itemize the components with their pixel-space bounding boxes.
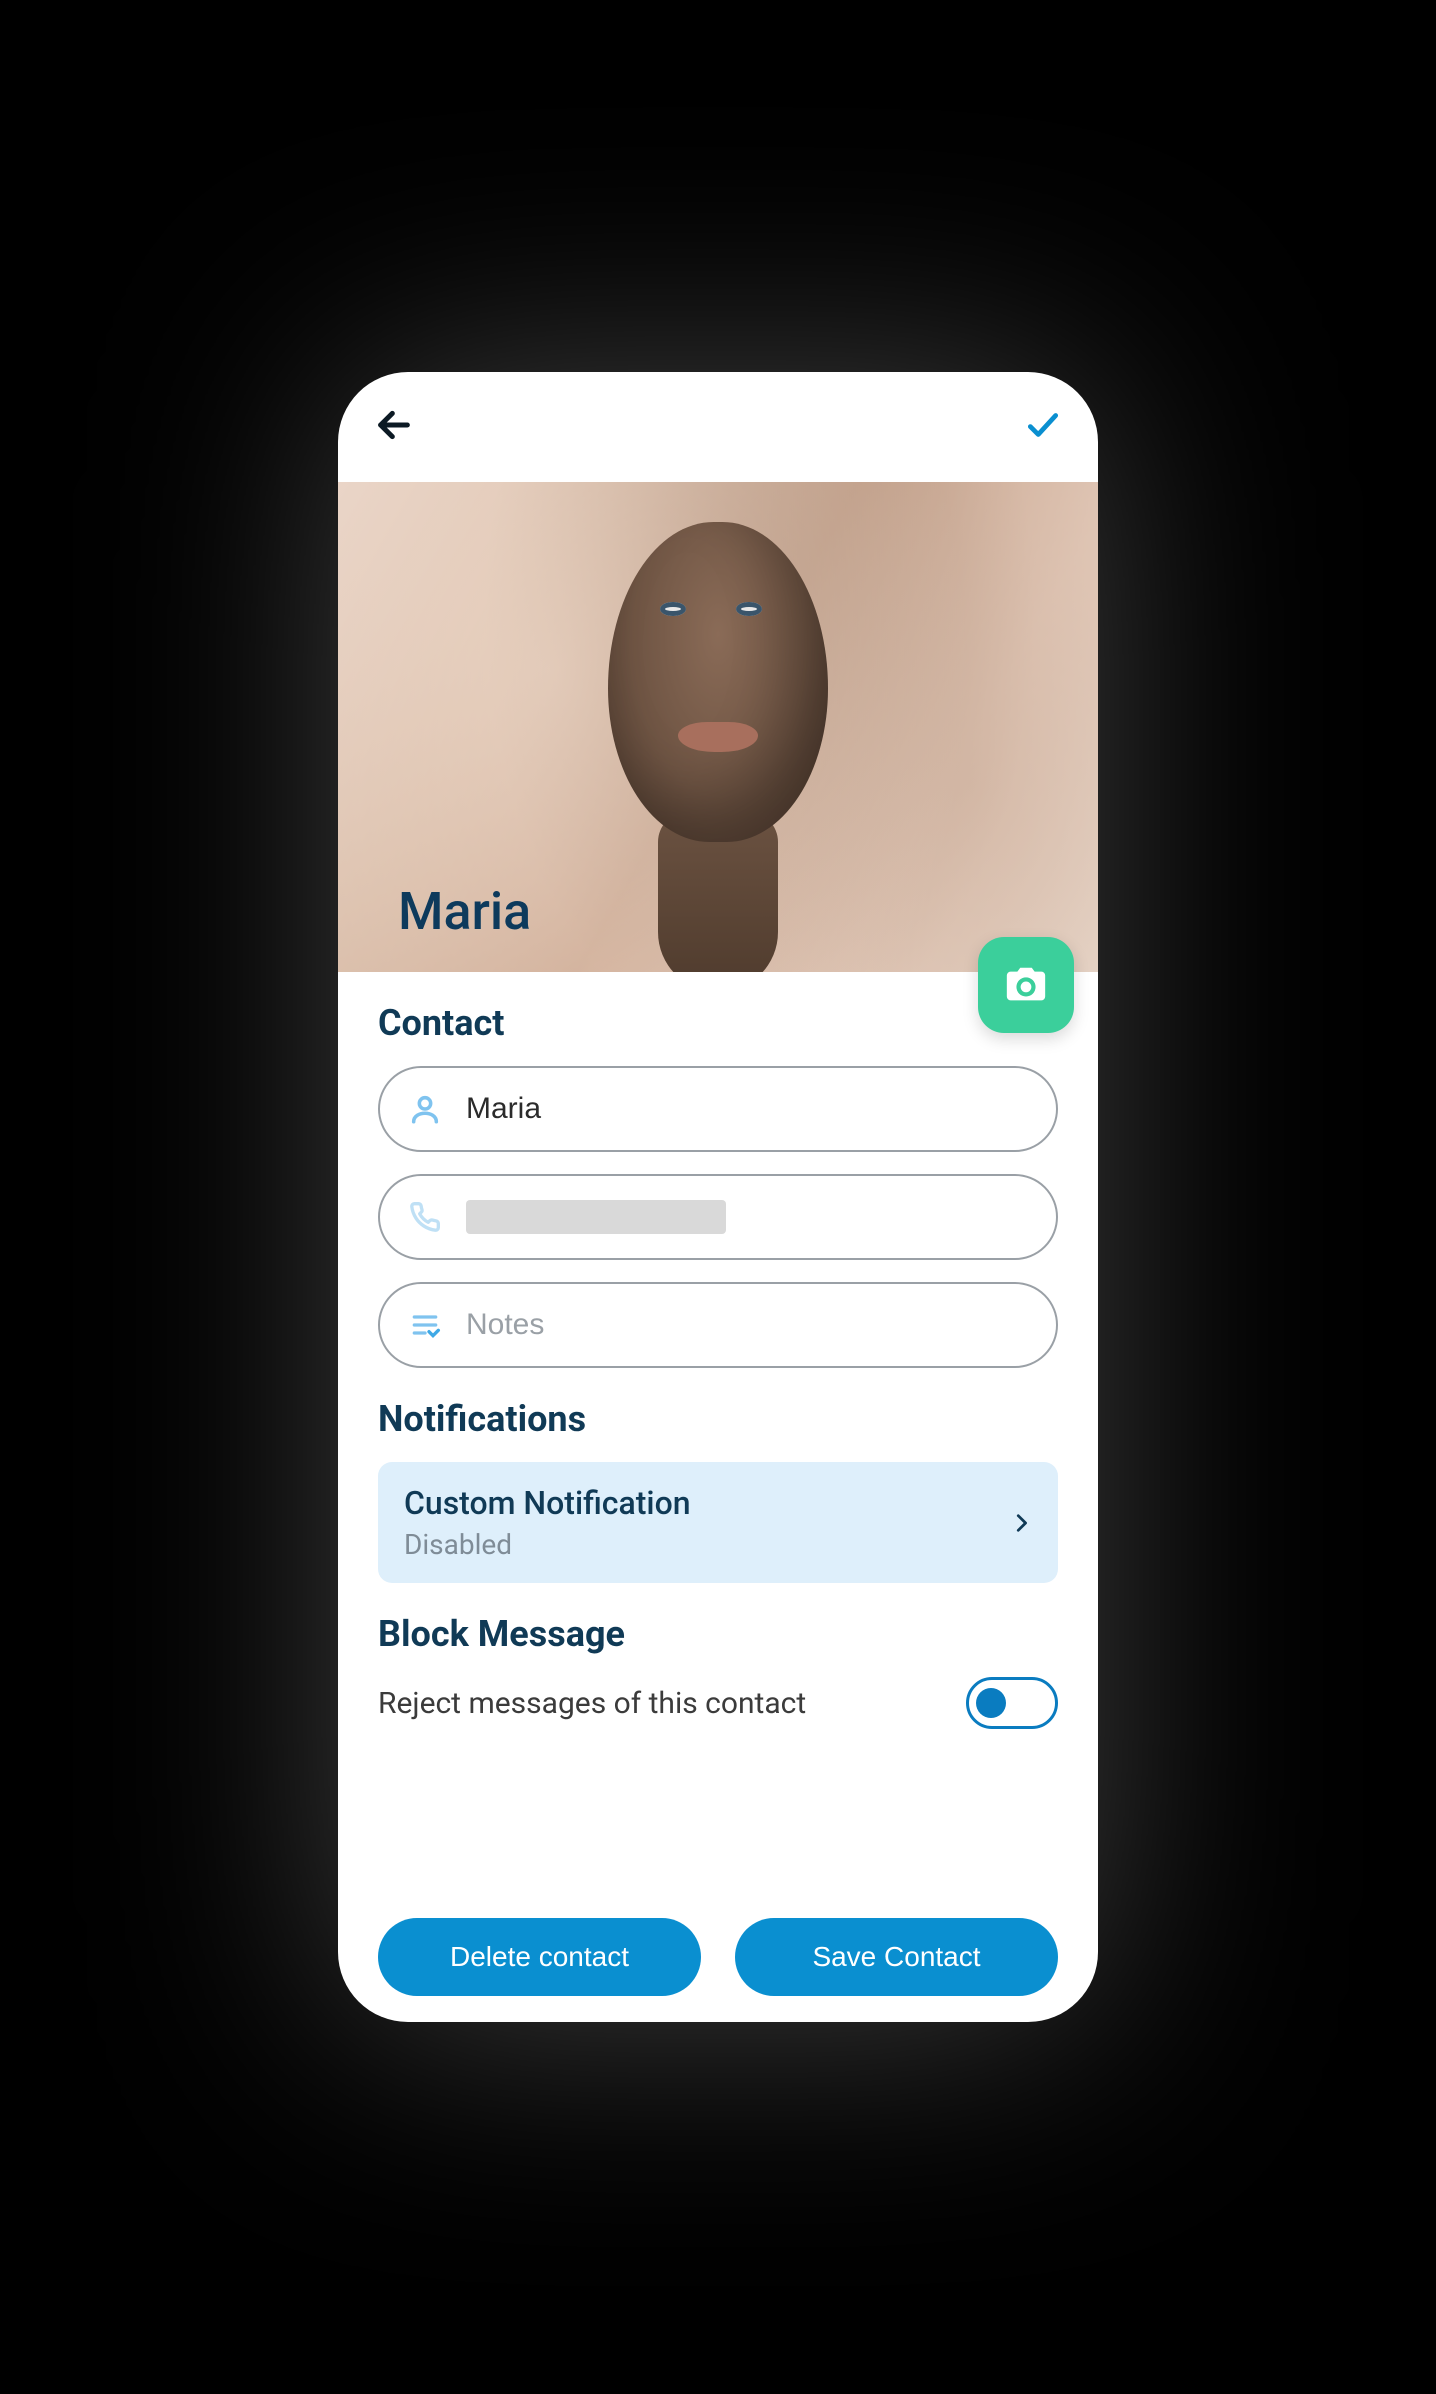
toggle-knob [976, 1688, 1006, 1718]
footer-actions: Delete contact Save Contact [338, 1918, 1098, 1996]
top-bar [338, 372, 1098, 482]
custom-notification-label: Custom Notification [404, 1484, 691, 1522]
section-title-contact: Contact [378, 1002, 1058, 1044]
phone-icon [409, 1201, 441, 1233]
name-field[interactable] [378, 1066, 1058, 1152]
change-photo-button[interactable] [978, 937, 1074, 1033]
delete-contact-button[interactable]: Delete contact [378, 1918, 701, 1996]
save-contact-button[interactable]: Save Contact [735, 1918, 1058, 1996]
notes-input[interactable] [466, 1308, 1030, 1342]
back-button[interactable] [374, 405, 414, 449]
person-icon [408, 1092, 442, 1126]
camera-icon [1003, 962, 1049, 1008]
confirm-button[interactable] [1024, 406, 1062, 448]
section-title-notifications: Notifications [378, 1398, 1058, 1440]
notes-field[interactable] [378, 1282, 1058, 1368]
phone-frame: Maria Contact Notifications Cust [338, 372, 1098, 2022]
phone-field[interactable] [378, 1174, 1058, 1260]
chevron-right-icon [1010, 1506, 1032, 1540]
block-toggle[interactable] [966, 1677, 1058, 1729]
notes-icon [409, 1309, 441, 1341]
custom-notification-status: Disabled [404, 1528, 691, 1561]
check-icon [1024, 406, 1062, 444]
contact-display-name: Maria [398, 881, 531, 942]
phone-value-redacted [466, 1200, 726, 1234]
arrow-left-icon [374, 405, 414, 445]
block-description: Reject messages of this contact [378, 1686, 806, 1721]
name-input[interactable] [466, 1092, 1030, 1126]
contact-photo: Maria [338, 482, 1098, 972]
section-title-block: Block Message [378, 1613, 1058, 1655]
custom-notification-row[interactable]: Custom Notification Disabled [378, 1462, 1058, 1583]
